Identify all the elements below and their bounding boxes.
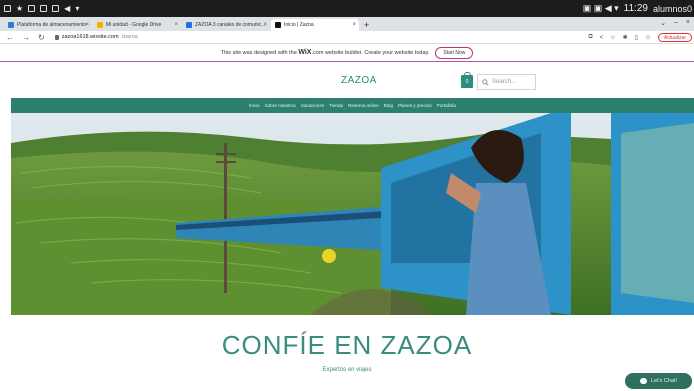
close-window-icon[interactable]: ×: [686, 19, 690, 27]
hero-subheadline: Expertos en viajes: [322, 367, 372, 373]
tab-title: ZAZOA 3 canales de comunic...: [195, 22, 266, 28]
tab-inicio-zazoa[interactable]: Inicio | Zazoa ×: [271, 19, 359, 31]
wix-text-post: .com website builder. Create your websit…: [311, 50, 430, 56]
close-icon[interactable]: ×: [174, 22, 178, 28]
tab-favicon: [186, 22, 192, 28]
screen-icon[interactable]: [52, 5, 60, 12]
nav-item-inicio[interactable]: Inicio: [249, 103, 260, 108]
url-path: /zazoa: [121, 34, 138, 40]
share-icon[interactable]: <: [600, 35, 604, 41]
close-icon[interactable]: ×: [263, 22, 267, 28]
minimize-icon[interactable]: –: [674, 19, 678, 27]
tab-favicon: [275, 22, 281, 28]
window-controls: ⌄ – ×: [660, 19, 690, 27]
site-nav: Inicio Sobre nosotros Vacaciones Tienda …: [11, 98, 694, 113]
address-bar: ← → ↻ zazoa1618.wixsite.com/zazoa ⧉ < ☆ …: [0, 31, 694, 44]
nav-item-sobre-nosotros[interactable]: Sobre nosotros: [265, 103, 296, 108]
forward-icon[interactable]: →: [22, 33, 30, 42]
tab-title: Mi unidad - Google Drive: [106, 22, 162, 28]
chat-button[interactable]: Let's Chat!: [625, 373, 692, 389]
nav-item-portafolio[interactable]: Portafolio: [437, 103, 456, 108]
tab-favicon: [97, 22, 103, 28]
search-placeholder: Search...: [492, 79, 517, 85]
tab-drive[interactable]: Mi unidad - Google Drive ×: [93, 19, 181, 31]
search-input[interactable]: Search...: [477, 74, 536, 90]
nav-item-tienda[interactable]: Tienda: [329, 103, 343, 108]
tray-icons[interactable]: ▣ ▣ ◀ ▾: [583, 3, 619, 14]
hero-train-illustration: [11, 113, 694, 315]
star-icon[interactable]: ★: [16, 4, 23, 13]
cart-count: 0: [465, 79, 469, 85]
extensions-icon[interactable]: ✱: [623, 34, 628, 41]
update-button[interactable]: Actualizar: [658, 33, 692, 42]
bookmark-star-icon[interactable]: ☆: [610, 34, 615, 41]
nav-item-blog[interactable]: Blog: [384, 103, 393, 108]
window-icon[interactable]: [28, 5, 36, 12]
nav-item-vacaciones[interactable]: Vacaciones: [301, 103, 324, 108]
reload-icon[interactable]: ↻: [38, 33, 45, 42]
nav-item-reserva-online[interactable]: Reserva online: [348, 103, 379, 108]
hero-headline: CONFÍE EN ZAZOA: [221, 330, 473, 360]
close-icon[interactable]: ×: [85, 22, 89, 28]
start-now-button[interactable]: Start Now: [435, 46, 474, 59]
profile-icon[interactable]: ☺: [645, 35, 651, 41]
tab-search-icon[interactable]: ⌄: [660, 19, 666, 27]
url-field[interactable]: zazoa1618.wixsite.com/zazoa: [54, 34, 138, 40]
app-menu-icon[interactable]: [4, 5, 11, 12]
chat-label: Let's Chat!: [650, 378, 678, 384]
wix-text-pre: This site was designed with the: [220, 50, 297, 56]
system-taskbar: ★ ◀ ▾ ▣ ▣ ◀ ▾ 11:29 alumnos0: [0, 0, 694, 17]
wix-banner: This site was designed with the WiX.com …: [0, 44, 694, 62]
search-icon: [482, 78, 489, 86]
chevron-down-icon[interactable]: ▾: [75, 4, 79, 13]
tab-zazoa-doc[interactable]: ZAZOA 3 canales de comunic... ×: [182, 19, 270, 31]
volume-icon[interactable]: ◀: [64, 4, 70, 13]
site-header: ZAZOA 0 Search...: [0, 62, 694, 98]
user-name[interactable]: alumnos0: [653, 4, 692, 14]
translate-icon[interactable]: ⧉: [588, 34, 592, 41]
url-host: zazoa1618.wixsite.com: [61, 34, 119, 40]
tab-favicon: [8, 22, 14, 28]
tab-title: Plataforma de almacenamiento: [17, 22, 87, 28]
clock: 11:29: [623, 3, 648, 14]
wix-banner-text: This site was designed with the WiX.com …: [221, 49, 430, 56]
nav-item-planes-precios[interactable]: Planes y precios: [398, 103, 432, 108]
lock-icon: [54, 34, 59, 40]
sidepanel-icon[interactable]: ▯: [635, 34, 638, 41]
hero-image: [11, 113, 694, 315]
new-tab-button[interactable]: +: [364, 20, 369, 30]
files-icon[interactable]: [40, 5, 48, 12]
chat-bubble-icon: [639, 378, 647, 384]
browser-tab-bar: Plataforma de almacenamiento × Mi unidad…: [0, 17, 694, 31]
tab-plataforma[interactable]: Plataforma de almacenamiento ×: [4, 19, 92, 31]
close-icon[interactable]: ×: [352, 22, 356, 28]
back-icon[interactable]: ←: [6, 33, 14, 42]
cart-icon[interactable]: 0: [461, 72, 473, 88]
wix-logo: WiX: [298, 49, 312, 56]
site-logo[interactable]: ZAZOA: [341, 75, 377, 86]
tab-title: Inicio | Zazoa: [284, 22, 314, 28]
